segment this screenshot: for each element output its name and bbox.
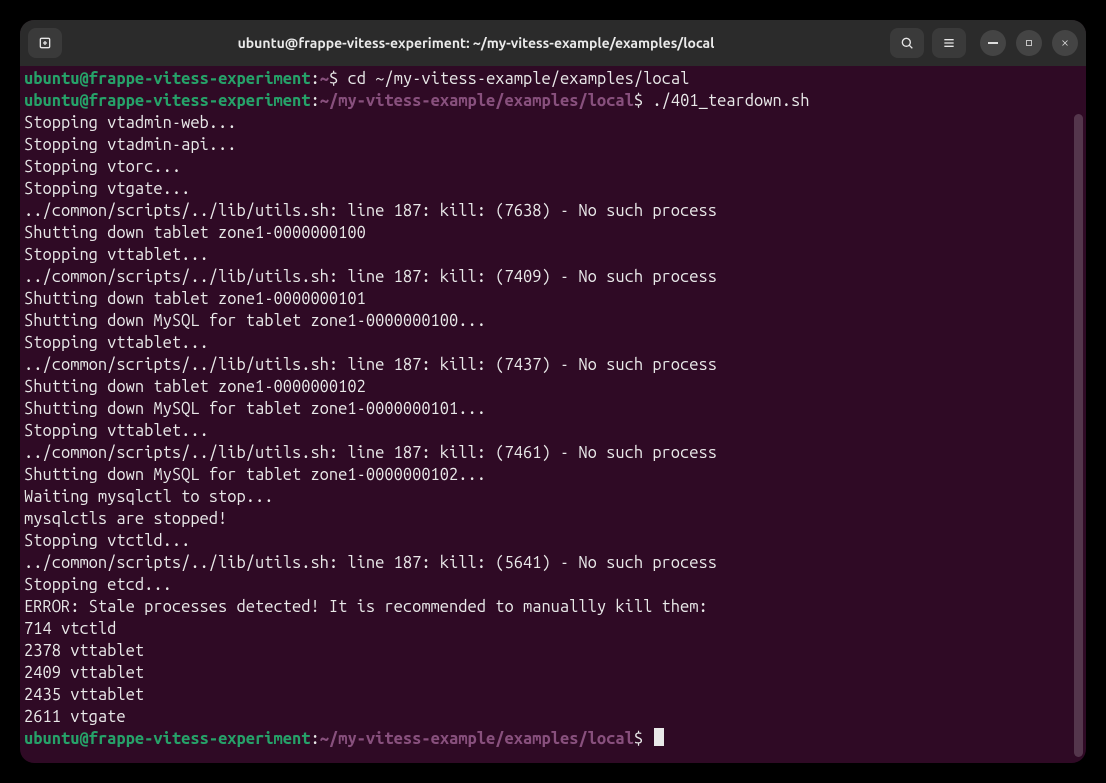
new-tab-button[interactable]	[28, 28, 62, 58]
output-line: 714 vtctld	[24, 620, 116, 638]
window-title: ubuntu@frappe-vitess-experiment: ~/my-vi…	[70, 35, 882, 51]
output-line: Stopping vtorc...	[24, 158, 181, 176]
minimize-icon	[988, 42, 998, 44]
scrollbar[interactable]	[1074, 114, 1083, 757]
output-line: Shutting down MySQL for tablet zone1-000…	[24, 312, 486, 330]
output-line: Shutting down tablet zone1-0000000101	[24, 290, 366, 308]
output-line: Shutting down MySQL for tablet zone1-000…	[24, 466, 486, 484]
hamburger-icon	[941, 35, 957, 51]
output-line: ../common/scripts/../lib/utils.sh: line …	[24, 268, 717, 286]
output-line: mysqlctls are stopped!	[24, 510, 227, 528]
output-line: Stopping vtgate...	[24, 180, 190, 198]
prompt-user: ubuntu	[24, 70, 79, 88]
prompt-host: frappe-vitess-experiment	[89, 92, 311, 110]
prompt-user: ubuntu	[24, 730, 79, 748]
output-line: 2611 vtgate	[24, 708, 126, 726]
prompt-cwd: ~/my-vitess-example/examples/local	[320, 92, 634, 110]
command-cd: cd ~/my-vitess-example/examples/local	[347, 70, 689, 88]
search-button[interactable]	[890, 28, 924, 58]
prompt-host: frappe-vitess-experiment	[89, 730, 311, 748]
menu-button[interactable]	[932, 28, 966, 58]
prompt-sep: :	[310, 70, 319, 88]
output-line: Shutting down MySQL for tablet zone1-000…	[24, 400, 486, 418]
output-line: ../common/scripts/../lib/utils.sh: line …	[24, 356, 717, 374]
prompt-host: frappe-vitess-experiment	[89, 70, 311, 88]
command-teardown: ./401_teardown.sh	[652, 92, 809, 110]
prompt-at: @	[79, 730, 88, 748]
prompt-at: @	[79, 70, 88, 88]
titlebar: ubuntu@frappe-vitess-experiment: ~/my-vi…	[20, 20, 1086, 66]
output-line: Stopping vtadmin-web...	[24, 114, 237, 132]
output-line: Shutting down tablet zone1-0000000100	[24, 224, 366, 242]
prompt-home: ~	[320, 70, 329, 88]
prompt-dollar: $	[329, 70, 338, 88]
output-line: Stopping etcd...	[24, 576, 172, 594]
output-line: Shutting down tablet zone1-0000000102	[24, 378, 366, 396]
prompt-sep: :	[310, 730, 319, 748]
prompt-user: ubuntu	[24, 92, 79, 110]
prompt-dollar: $	[634, 92, 643, 110]
output-line: Stopping vttablet...	[24, 422, 209, 440]
output-line: ../common/scripts/../lib/utils.sh: line …	[24, 554, 717, 572]
output-line: Stopping vttablet...	[24, 334, 209, 352]
prompt-sep: :	[310, 92, 319, 110]
output-line: 2435 vttablet	[24, 686, 144, 704]
output-line: Stopping vtadmin-api...	[24, 136, 237, 154]
output-line: ERROR: Stale processes detected! It is r…	[24, 598, 708, 616]
close-button[interactable]	[1052, 30, 1078, 56]
output-line: 2378 vttablet	[24, 642, 144, 660]
output-line: Stopping vttablet...	[24, 246, 209, 264]
prompt-at: @	[79, 92, 88, 110]
output-line: ../common/scripts/../lib/utils.sh: line …	[24, 202, 717, 220]
terminal-window: ubuntu@frappe-vitess-experiment: ~/my-vi…	[20, 20, 1086, 763]
prompt-dollar: $	[634, 730, 643, 748]
output-line: 2409 vttablet	[24, 664, 144, 682]
output-line: ../common/scripts/../lib/utils.sh: line …	[24, 444, 717, 462]
close-icon	[1060, 38, 1070, 48]
new-tab-icon	[37, 35, 53, 51]
cursor	[654, 728, 664, 746]
prompt-cwd: ~/my-vitess-example/examples/local	[320, 730, 634, 748]
maximize-icon	[1024, 38, 1034, 48]
maximize-button[interactable]	[1016, 30, 1042, 56]
search-icon	[899, 35, 915, 51]
output-line: Stopping vtctld...	[24, 532, 190, 550]
minimize-button[interactable]	[980, 30, 1006, 56]
output-line: Waiting mysqlctl to stop...	[24, 488, 273, 506]
terminal-content: ubuntu@frappe-vitess-experiment:~$ cd ~/…	[20, 66, 1086, 752]
window-controls	[980, 30, 1078, 56]
terminal-area[interactable]: ubuntu@frappe-vitess-experiment:~$ cd ~/…	[20, 66, 1086, 763]
